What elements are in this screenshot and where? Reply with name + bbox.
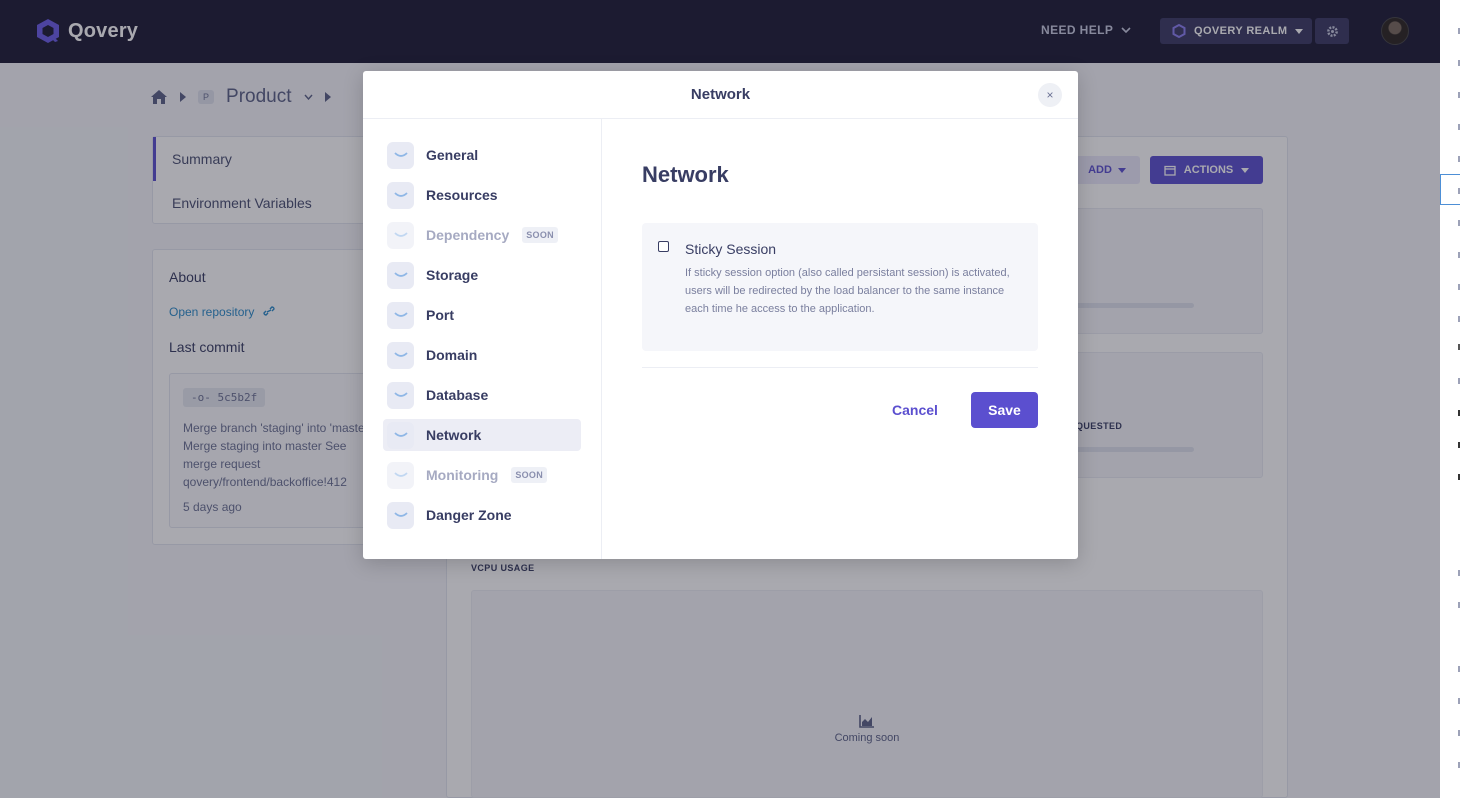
database-icon: [387, 381, 414, 409]
modal-title: Network: [690, 86, 751, 103]
network-settings-modal: Network × General Resources Dependency S…: [363, 71, 1078, 559]
settings-menu: General Resources Dependency SOON Storag…: [363, 119, 602, 559]
general-icon: [387, 141, 414, 169]
sticky-session-checkbox[interactable]: [658, 241, 669, 252]
menu-item-label: Dependency: [426, 227, 510, 243]
menu-item-general[interactable]: General: [383, 139, 581, 171]
menu-item-resources[interactable]: Resources: [383, 179, 581, 211]
menu-item-label: Monitoring: [426, 467, 499, 483]
menu-item-label: Danger Zone: [426, 507, 512, 523]
storage-icon: [387, 261, 414, 289]
menu-item-dependency: Dependency SOON: [383, 219, 581, 251]
selection-outline: [1440, 174, 1460, 205]
menu-item-label: Database: [426, 387, 489, 403]
resources-icon: [387, 181, 414, 209]
menu-item-database[interactable]: Database: [383, 379, 581, 411]
modal-header: Network ×: [363, 71, 1078, 119]
menu-item-port[interactable]: Port: [383, 299, 581, 331]
close-icon: ×: [1046, 88, 1054, 102]
menu-item-label: Domain: [426, 347, 478, 363]
network-icon: [387, 421, 414, 449]
save-button[interactable]: Save: [971, 392, 1038, 428]
sticky-session-title: Sticky Session: [685, 241, 777, 257]
menu-item-network[interactable]: Network: [383, 419, 581, 451]
menu-item-domain[interactable]: Domain: [383, 339, 581, 371]
soon-badge: SOON: [522, 227, 558, 243]
divider: [642, 367, 1038, 368]
port-icon: [387, 301, 414, 329]
cancel-button[interactable]: Cancel: [875, 392, 955, 428]
domain-icon: [387, 341, 414, 369]
menu-item-label: General: [426, 147, 479, 163]
menu-item-label: Port: [426, 307, 454, 323]
menu-item-label: Network: [426, 427, 482, 443]
soon-badge: SOON: [511, 467, 548, 483]
dependency-icon: [387, 221, 414, 249]
menu-item-monitoring: Monitoring SOON: [383, 459, 581, 491]
side-panel-strip: [1440, 0, 1460, 798]
close-button[interactable]: ×: [1038, 83, 1062, 107]
sticky-session-description: If sticky session option (also called pe…: [685, 267, 1010, 315]
menu-item-label: Storage: [426, 267, 479, 283]
menu-item-danger-zone[interactable]: Danger Zone: [383, 499, 581, 531]
danger-zone-icon: [387, 501, 414, 529]
sticky-session-option: Sticky Session If sticky session option …: [642, 223, 1038, 351]
menu-item-label: Resources: [426, 187, 498, 203]
monitoring-icon: [387, 461, 414, 489]
section-title: Network: [642, 162, 729, 187]
menu-item-storage[interactable]: Storage: [383, 259, 581, 291]
